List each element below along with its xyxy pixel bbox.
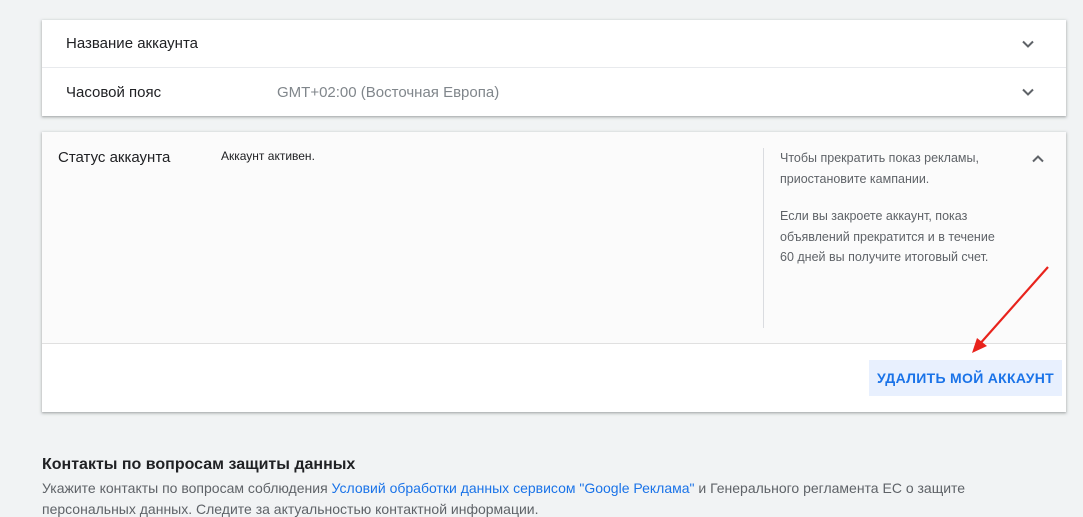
account-status-card: Статус аккаунта Аккаунт активен. Чтобы п… xyxy=(42,132,1066,412)
chevron-down-icon[interactable] xyxy=(1016,80,1040,104)
chevron-down-icon[interactable] xyxy=(1016,32,1040,56)
status-footer: УДАЛИТЬ МОЙ АККАУНТ xyxy=(42,344,1066,412)
status-label: Статус аккаунта xyxy=(58,149,171,166)
section-title: Контакты по вопросам защиты данных xyxy=(42,456,356,473)
help-text: Чтобы прекратить показ рекламы, приостан… xyxy=(780,148,1010,268)
delete-account-button[interactable]: УДАЛИТЬ МОЙ АККАУНТ xyxy=(869,360,1062,396)
privacy-contacts-section: Контакты по вопросам защиты данных Укажи… xyxy=(42,456,1042,517)
account-name-label: Название аккаунта xyxy=(66,35,198,52)
help-pause-text: Чтобы прекратить показ рекламы, приостан… xyxy=(780,151,979,186)
desc-text-before: Укажите контакты по вопросам соблюдения xyxy=(42,480,332,496)
timezone-row[interactable]: Часовой пояс GMT+02:00 (Восточная Европа… xyxy=(42,68,1066,116)
timezone-label: Часовой пояс xyxy=(66,83,162,101)
section-description: Укажите контакты по вопросам соблюдения … xyxy=(42,478,1042,517)
timezone-value: GMT+02:00 (Восточная Европа) xyxy=(277,83,500,101)
status-value: Аккаунт активен. xyxy=(221,149,315,163)
chevron-up-icon[interactable] xyxy=(1026,147,1050,171)
account-settings-card: Название аккаунта Часовой пояс GMT+02:00… xyxy=(42,20,1066,116)
account-name-row[interactable]: Название аккаунта xyxy=(42,20,1066,68)
divider xyxy=(763,148,764,328)
help-close-text: Если вы закроете аккаунт, показ объявлен… xyxy=(780,209,995,264)
status-body: Статус аккаунта Аккаунт активен. Чтобы п… xyxy=(42,132,1066,344)
data-processing-terms-link[interactable]: Условий обработки данных сервисом "Googl… xyxy=(332,480,695,496)
